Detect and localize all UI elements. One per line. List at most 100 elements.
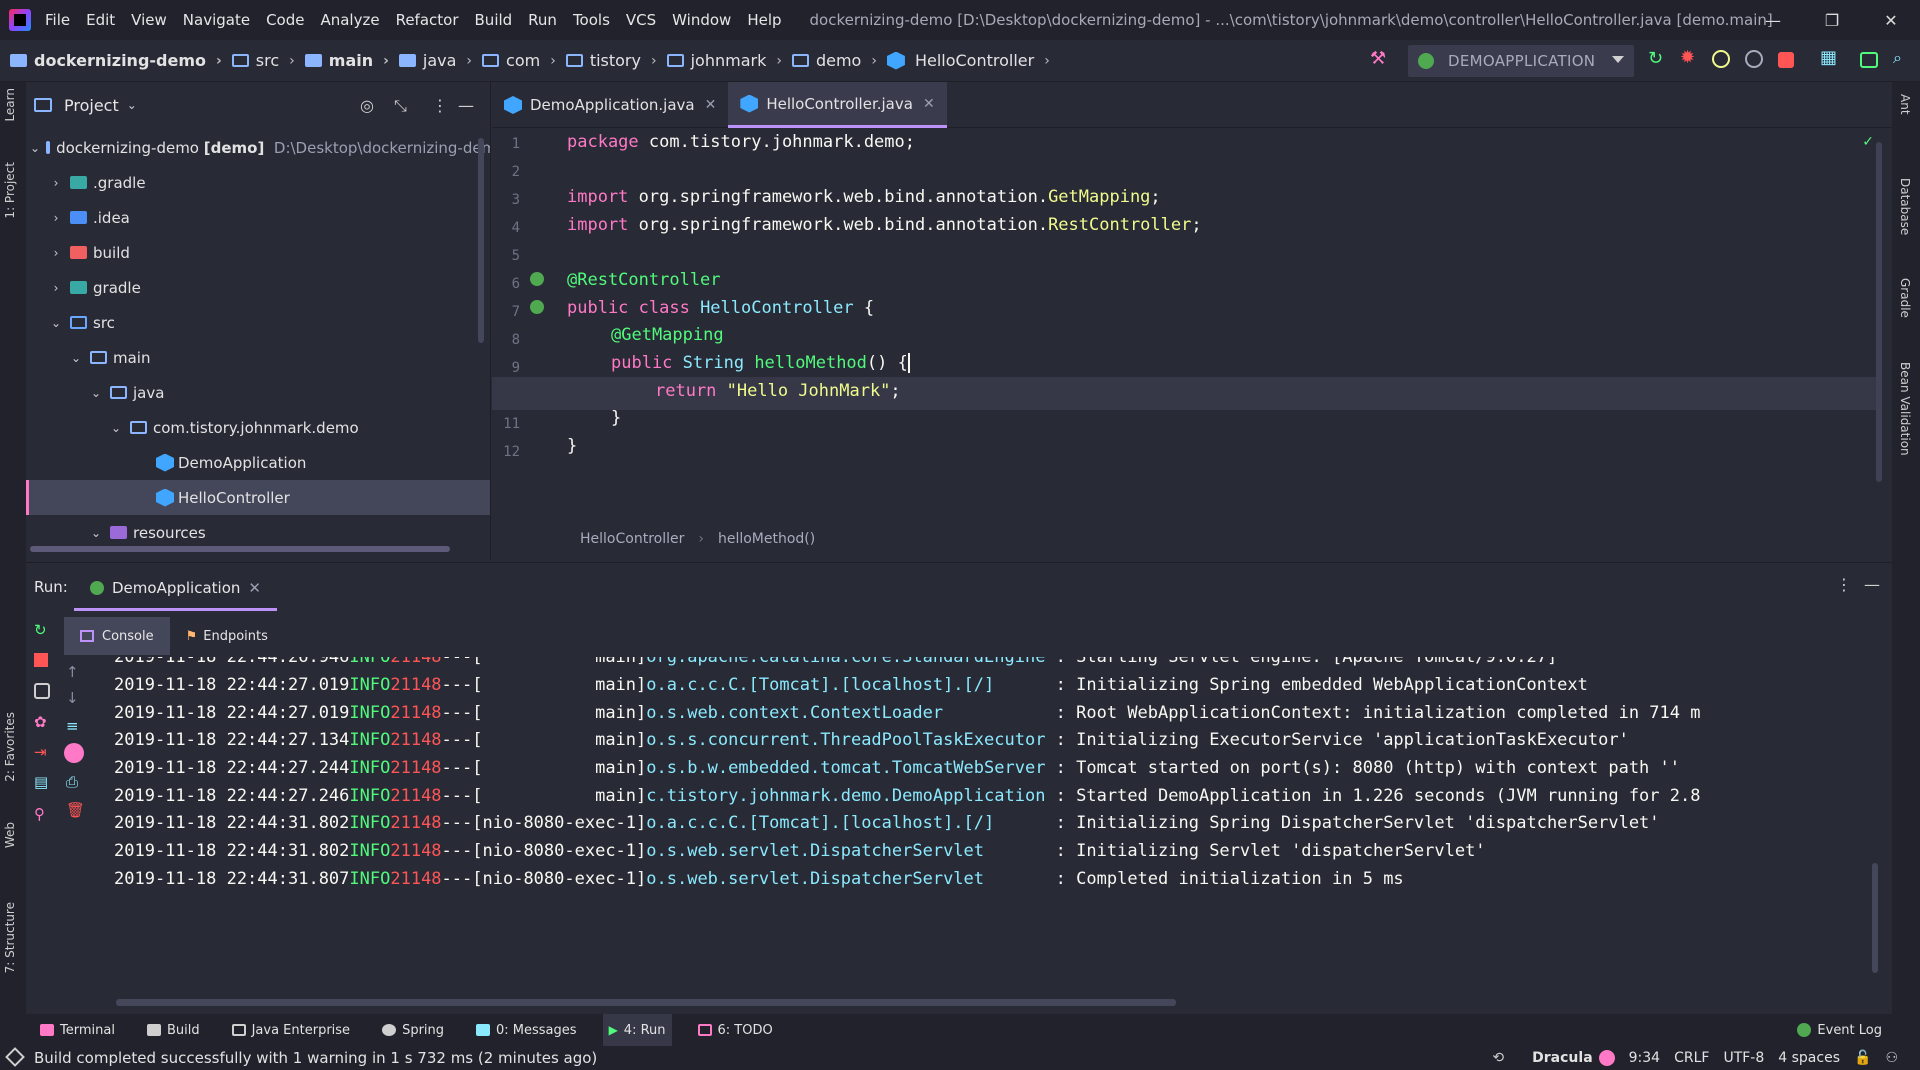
ant-tab[interactable]: Ant	[1898, 94, 1912, 115]
breadcrumb-hellocontroller[interactable]: HelloController ›	[886, 51, 1050, 70]
tree-item-resources[interactable]: ⌄ resources	[26, 515, 490, 550]
debug-bug-icon[interactable]: ✹	[1680, 47, 1700, 68]
build-tool-button[interactable]: Build	[141, 1014, 206, 1046]
hide-panel-icon[interactable]: —	[458, 96, 474, 115]
terminal-icon[interactable]	[1860, 52, 1878, 68]
theme-indicator[interactable]: Dracula	[1532, 1050, 1615, 1066]
locate-target-icon[interactable]: ◎	[360, 96, 374, 115]
project-panel-title[interactable]: Project	[64, 96, 119, 115]
tree-item-build[interactable]: › build	[26, 235, 490, 270]
breadcrumb-class[interactable]: HelloController	[580, 531, 684, 547]
tree-item-src[interactable]: ⌄ src	[26, 305, 490, 340]
console-output[interactable]: 2019-11-18 22:44:26.946 INFO 21148 --- […	[114, 657, 1880, 957]
project-tool-tab[interactable]: 1: Project	[3, 162, 17, 219]
options-menu-icon[interactable]: ⋮	[432, 96, 448, 115]
pin-icon[interactable]: ⚲	[34, 805, 50, 823]
close-tab-icon[interactable]: ✕	[248, 579, 261, 597]
tab-demoapplication[interactable]: DemoApplication.java ✕	[492, 82, 728, 128]
menu-run[interactable]: Run	[528, 11, 557, 29]
sync-icon[interactable]: ⟲	[1492, 1050, 1504, 1066]
event-log-button[interactable]: Event Log	[1797, 1014, 1882, 1046]
close-button[interactable]: ✕	[1862, 0, 1920, 40]
print-icon[interactable]: ⎙	[66, 773, 78, 791]
run-with-coverage-icon[interactable]	[1712, 50, 1730, 68]
breadcrumb-main[interactable]: main ›	[304, 51, 389, 70]
tree-item-idea[interactable]: › .idea	[26, 200, 490, 235]
menu-navigate[interactable]: Navigate	[183, 11, 250, 29]
menu-vcs[interactable]: VCS	[626, 11, 656, 29]
file-encoding[interactable]: UTF-8	[1723, 1050, 1764, 1066]
run-configuration-selector[interactable]: DEMOAPPLICATION	[1408, 45, 1634, 77]
rerun-icon[interactable]: ↻	[34, 621, 50, 639]
console-horizontal-scrollbar[interactable]	[116, 999, 1176, 1006]
java-enterprise-tool-button[interactable]: Java Enterprise	[226, 1014, 356, 1046]
tree-item-gradle-hidden[interactable]: › .gradle	[26, 165, 490, 200]
spring-tool-button[interactable]: Spring	[376, 1014, 450, 1046]
breadcrumb-com[interactable]: com ›	[482, 51, 556, 70]
console-vertical-scrollbar[interactable]	[1872, 863, 1878, 973]
rerun-icon[interactable]: ↻	[1648, 48, 1668, 69]
soft-wrap-icon[interactable]: ≡	[66, 717, 79, 735]
breadcrumb-tistory[interactable]: tistory ›	[565, 51, 657, 70]
close-tab-icon[interactable]: ✕	[705, 97, 717, 113]
options-menu-icon[interactable]: ⋮	[1836, 575, 1852, 594]
database-tab[interactable]: Database	[1898, 178, 1912, 235]
favorites-tab[interactable]: 2: Favorites	[3, 712, 17, 782]
maximize-button[interactable]: ❐	[1803, 0, 1861, 40]
scroll-to-end-icon[interactable]	[64, 743, 84, 763]
minimize-button[interactable]: —	[1744, 0, 1802, 40]
arrow-up-icon[interactable]: ↑	[66, 663, 79, 681]
tab-console[interactable]: Console	[64, 617, 170, 655]
chevron-down-icon[interactable]: ⌄	[127, 98, 137, 112]
breadcrumb-method[interactable]: helloMethod()	[718, 531, 815, 547]
tree-item-main[interactable]: ⌄ main	[26, 340, 490, 375]
project-structure-icon[interactable]: ▦	[1820, 47, 1840, 68]
line-separator[interactable]: CRLF	[1674, 1050, 1709, 1066]
menu-analyze[interactable]: Analyze	[320, 11, 379, 29]
status-message[interactable]: Build completed successfully with 1 warn…	[34, 1049, 597, 1067]
lock-icon[interactable]: 🔓	[1854, 1050, 1871, 1066]
close-tab-icon[interactable]: ✕	[923, 96, 935, 112]
camera-dump-icon[interactable]	[34, 683, 50, 699]
learn-tab[interactable]: Learn	[3, 88, 17, 122]
hide-panel-icon[interactable]: —	[1864, 575, 1880, 594]
stop-icon[interactable]	[34, 653, 48, 667]
breadcrumb-src[interactable]: src ›	[231, 51, 295, 70]
todo-tool-button[interactable]: 6: TODO	[692, 1014, 779, 1046]
tree-item-package[interactable]: ⌄ com.tistory.johnmark.demo	[26, 410, 490, 445]
run-tool-button[interactable]: ▶ 4: Run	[602, 1014, 672, 1046]
menu-file[interactable]: File	[45, 11, 70, 29]
messages-tool-button[interactable]: 0: Messages	[470, 1014, 583, 1046]
menu-help[interactable]: Help	[747, 11, 781, 29]
spring-bean-gutter-icon[interactable]	[530, 272, 544, 286]
menu-edit[interactable]: Edit	[86, 11, 115, 29]
menu-window[interactable]: Window	[672, 11, 731, 29]
layout-icon[interactable]: ▤	[34, 773, 50, 791]
tree-item-demoapplication[interactable]: DemoApplication	[26, 445, 490, 480]
arrow-down-icon[interactable]: ↓	[66, 689, 79, 707]
tree-item-gradle[interactable]: › gradle	[26, 270, 490, 305]
menu-code[interactable]: Code	[266, 11, 304, 29]
menu-tools[interactable]: Tools	[573, 11, 610, 29]
menu-build[interactable]: Build	[475, 11, 513, 29]
spring-bean-gutter-icon[interactable]	[530, 300, 544, 314]
breadcrumb-project[interactable]: dockernizing-demo ›	[10, 51, 222, 70]
settings-icon[interactable]: ✿	[34, 713, 50, 731]
tree-item-java[interactable]: ⌄ java	[26, 375, 490, 410]
tab-endpoints[interactable]: ⚑ Endpoints	[170, 617, 284, 655]
profile-icon[interactable]	[1745, 50, 1763, 68]
vertical-scrollbar[interactable]	[478, 138, 484, 343]
search-icon[interactable]: ⌕	[1893, 48, 1913, 68]
indent-setting[interactable]: 4 spaces	[1778, 1050, 1840, 1066]
tree-item-project-root[interactable]: ⌄ dockernizing-demo [demo] D:\Desktop\do…	[26, 130, 490, 165]
tree-item-hellocontroller[interactable]: HelloController	[26, 480, 490, 515]
menu-refactor[interactable]: Refactor	[396, 11, 459, 29]
breadcrumb-johnmark[interactable]: johnmark ›	[666, 51, 782, 70]
exit-icon[interactable]: ⇥	[34, 743, 50, 761]
editor-scrollbar[interactable]	[1876, 142, 1882, 482]
gradle-tab[interactable]: Gradle	[1898, 278, 1912, 318]
run-tab-demoapplication[interactable]: DemoApplication ✕	[74, 568, 277, 611]
structure-tab[interactable]: 7: Structure	[3, 902, 17, 973]
terminal-tool-button[interactable]: Terminal	[34, 1014, 121, 1046]
collapse-all-icon[interactable]: ⤡	[394, 96, 407, 116]
